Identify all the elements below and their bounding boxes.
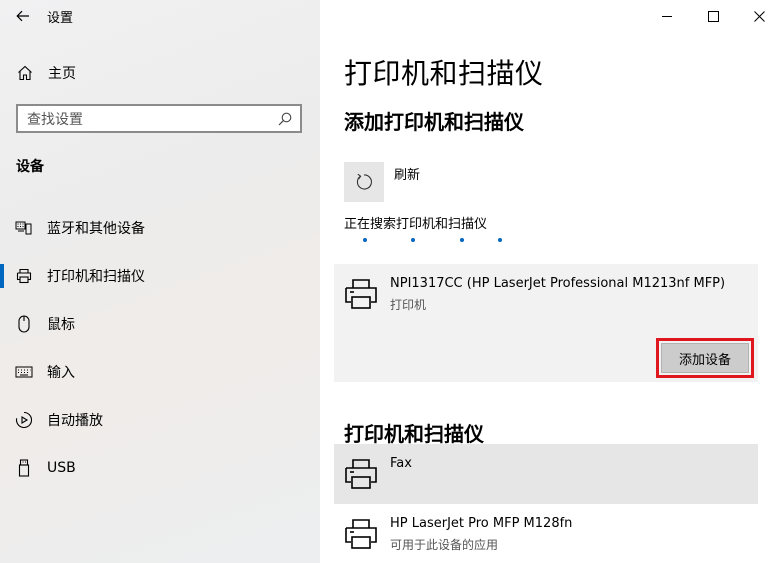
section-title: 设备 — [16, 159, 44, 175]
title-bar: 设置 — [0, 0, 320, 32]
back-button[interactable] — [0, 0, 46, 32]
sidebar-item-bluetooth[interactable]: 蓝牙和其他设备 — [0, 204, 320, 252]
printer-item-fax[interactable]: Fax — [334, 444, 758, 504]
minimize-button[interactable] — [644, 0, 690, 32]
add-device-button[interactable]: 添加设备 — [661, 343, 749, 373]
add-section-heading: 添加打印机和扫描仪 — [344, 110, 524, 134]
progress-dot — [411, 238, 415, 242]
sidebar-item-label: 自动播放 — [47, 413, 103, 429]
sidebar-item-printers[interactable]: 打印机和扫描仪 — [0, 252, 320, 300]
found-device-type: 打印机 — [390, 298, 427, 312]
add-device-highlight: 添加设备 — [656, 338, 754, 378]
autoplay-icon — [15, 411, 33, 429]
window-controls — [644, 0, 782, 32]
keyboard-icon — [15, 366, 33, 378]
mouse-icon — [15, 315, 33, 333]
refresh-label: 刷新 — [394, 168, 421, 183]
printer-name: Fax — [390, 456, 412, 471]
usb-icon — [15, 459, 33, 477]
minimize-icon — [662, 11, 672, 21]
printer-item-hp[interactable]: HP LaserJet Pro MFP M128fn 可用于此设备的应用 — [334, 504, 758, 563]
sidebar-item-mouse[interactable]: 鼠标 — [0, 300, 320, 348]
printer-icon — [344, 278, 378, 310]
bluetooth-devices-icon — [15, 220, 33, 236]
close-button[interactable] — [736, 0, 782, 32]
search-icon — [278, 112, 292, 126]
page-title: 打印机和扫描仪 — [344, 57, 544, 90]
search-input[interactable]: 查找设置 — [16, 104, 302, 133]
progress-dot — [498, 238, 502, 242]
sidebar-item-typing[interactable]: 输入 — [0, 348, 320, 396]
sidebar-item-label: USB — [47, 460, 76, 476]
maximize-icon — [707, 10, 719, 22]
searching-status: 正在搜索打印机和扫描仪 — [344, 217, 488, 232]
searching-progress-dots — [344, 238, 514, 244]
sidebar-item-autoplay[interactable]: 自动播放 — [0, 396, 320, 444]
found-device-name: NPI1317CC (HP LaserJet Professional M121… — [390, 276, 726, 291]
back-arrow-icon — [16, 10, 30, 22]
refresh-row: 刷新 — [344, 162, 420, 202]
progress-dot — [460, 238, 464, 242]
printer-icon — [15, 268, 33, 284]
sidebar-item-label: 蓝牙和其他设备 — [47, 221, 145, 237]
refresh-button[interactable] — [344, 162, 384, 202]
found-device-card[interactable]: NPI1317CC (HP LaserJet Professional M121… — [334, 264, 758, 382]
printer-name: HP LaserJet Pro MFP M128fn — [390, 516, 573, 531]
sidebar-item-label: 打印机和扫描仪 — [47, 269, 145, 285]
home-icon — [17, 65, 33, 81]
sidebar-nav: 蓝牙和其他设备 打印机和扫描仪 鼠标 输入 自动播放 USB — [0, 204, 320, 492]
printers-section-heading: 打印机和扫描仪 — [344, 422, 484, 446]
sidebar-item-usb[interactable]: USB — [0, 444, 320, 492]
printer-status: 可用于此设备的应用 — [390, 538, 499, 552]
app-title: 设置 — [47, 10, 74, 26]
main-content: 打印机和扫描仪 添加打印机和扫描仪 刷新 正在搜索打印机和扫描仪 NPI1317… — [320, 0, 782, 563]
home-label: 主页 — [48, 66, 76, 82]
sidebar-item-home[interactable]: 主页 — [0, 56, 320, 90]
progress-dot — [363, 238, 367, 242]
search-placeholder: 查找设置 — [27, 111, 83, 128]
refresh-icon — [355, 173, 373, 191]
maximize-button[interactable] — [690, 0, 736, 32]
sidebar-item-label: 输入 — [47, 365, 75, 381]
close-icon — [753, 10, 765, 22]
printer-icon — [344, 518, 378, 550]
sidebar-item-label: 鼠标 — [47, 317, 75, 333]
printer-icon — [344, 458, 378, 490]
sidebar: 设置 主页 查找设置 设备 蓝牙和其他设备 打印机和扫描仪 鼠标 输入 自动播放… — [0, 0, 320, 563]
